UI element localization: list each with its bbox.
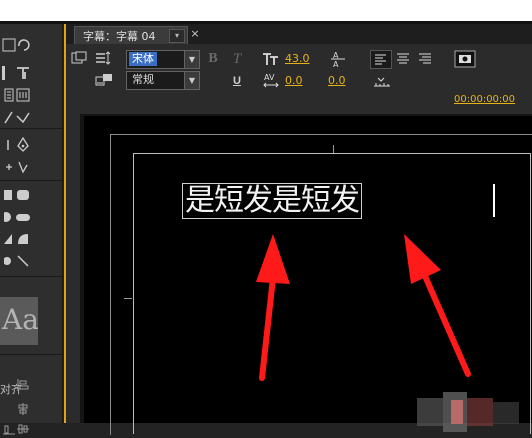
show-background-video-icon[interactable] xyxy=(454,50,476,68)
rounded-rectangle-tool-icon[interactable] xyxy=(14,186,32,204)
underline-button[interactable]: U xyxy=(230,73,244,89)
convert-anchor-point-tool-icon[interactable] xyxy=(14,158,32,176)
leading-icon: AA xyxy=(330,49,346,69)
bold-button[interactable]: B xyxy=(206,51,220,67)
tab-close-button[interactable]: × xyxy=(189,27,201,41)
kerning-value[interactable]: 0.0 xyxy=(285,74,303,87)
tools-divider xyxy=(0,180,62,181)
text-alignment-group xyxy=(366,50,431,69)
font-family-value: 宋体 xyxy=(129,52,157,66)
font-family-dropdown[interactable]: 宋体 ▼ xyxy=(126,50,200,69)
svg-text:AV: AV xyxy=(264,73,275,82)
top-window-strip xyxy=(0,0,532,22)
align-center-icon[interactable] xyxy=(14,400,32,418)
title-tab[interactable]: 字幕：字幕 04 ▾ xyxy=(74,26,188,44)
annotation-arrows xyxy=(256,234,471,381)
title-designer-panel: 字幕：字幕 04 ▾ × 宋体 ▼ 常规 ▼ B T U 43.0 AV 0.0… xyxy=(64,24,532,435)
vertical-area-type-tool-icon[interactable] xyxy=(14,86,32,104)
title-tab-label: 字幕：字幕 04 xyxy=(83,30,156,43)
font-size-icon xyxy=(262,51,280,67)
align-right-text-button[interactable] xyxy=(416,50,434,67)
chevron-down-icon: ▾ xyxy=(174,31,179,40)
tab-menu-button[interactable]: ▾ xyxy=(169,29,185,43)
line-tool-icon[interactable] xyxy=(14,252,32,270)
annotation-arrow-left xyxy=(256,234,290,381)
roll-crawl-options-icon[interactable] xyxy=(94,50,112,66)
style-preview-sample: Aa xyxy=(2,303,38,336)
align-center-text-button[interactable] xyxy=(394,50,412,67)
panel-tab-bar: 字幕：字幕 04 ▾ × xyxy=(66,24,532,44)
svg-text:A: A xyxy=(333,60,339,69)
tools-divider xyxy=(0,128,62,129)
rounded-corner-tool-icon[interactable] xyxy=(14,208,32,226)
background-timecode[interactable]: 00:00:00:00 xyxy=(454,94,515,105)
title-tools-panel: Aa 对齐 xyxy=(0,24,63,435)
watermark-logo xyxy=(417,392,519,432)
font-size-value[interactable]: 43.0 xyxy=(285,52,310,65)
style-preview-swatch[interactable]: Aa xyxy=(0,297,38,345)
arc-tool-icon[interactable] xyxy=(14,230,32,248)
rotation-tool-icon[interactable] xyxy=(14,36,32,54)
tools-divider xyxy=(0,276,62,277)
pen-tool-icon[interactable] xyxy=(14,136,32,154)
tab-stops-icon[interactable] xyxy=(372,74,392,90)
align-left-icon[interactable] xyxy=(14,376,32,394)
vertical-scrollbar[interactable] xyxy=(66,114,81,423)
chevron-down-icon: ▼ xyxy=(184,72,199,89)
tools-divider xyxy=(0,354,62,355)
font-style-dropdown[interactable]: 常规 ▼ xyxy=(126,71,200,90)
leading-value[interactable]: 0.0 xyxy=(328,74,346,87)
chevron-down-icon: ▼ xyxy=(184,51,199,68)
title-canvas[interactable]: 是短发是短发 xyxy=(84,116,532,435)
title-properties-toolbar: 宋体 ▼ 常规 ▼ B T U 43.0 AV 0.0 AA 0.0 00:00… xyxy=(66,44,532,114)
new-title-icon[interactable] xyxy=(70,50,88,66)
annotation-arrow-right xyxy=(404,234,471,377)
font-style-value: 常规 xyxy=(132,73,154,86)
kerning-icon: AV xyxy=(262,72,280,90)
templates-icon[interactable] xyxy=(94,72,114,88)
vertical-type-tool-icon[interactable] xyxy=(14,64,32,82)
italic-button[interactable]: T xyxy=(230,51,244,67)
align-left-text-button[interactable] xyxy=(370,50,392,69)
vertical-path-type-tool-icon[interactable] xyxy=(14,108,32,126)
